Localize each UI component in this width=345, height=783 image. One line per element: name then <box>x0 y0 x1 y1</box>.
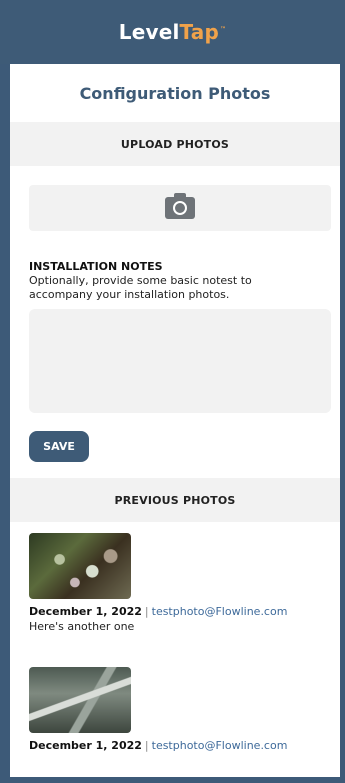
installation-notes-help: Optionally, provide some basic notest to… <box>29 274 252 301</box>
logo-tap: Tap <box>179 20 220 44</box>
content-panel: Configuration Photos UPLOAD PHOTOS INSTA… <box>10 64 340 777</box>
top-bar: LevelTap™ <box>0 0 345 64</box>
installation-notes-input[interactable] <box>29 309 331 413</box>
photo-thumbnail[interactable] <box>29 667 131 733</box>
save-button[interactable]: SAVE <box>29 431 89 462</box>
photo-meta: December 1, 2022 | testphoto@Flowline.com <box>29 605 287 618</box>
photo-caption: Here's another one <box>29 620 135 633</box>
upload-photos-header: UPLOAD PHOTOS <box>10 122 340 166</box>
logo-level: Level <box>118 20 180 44</box>
meta-separator: | <box>144 739 149 752</box>
photo-author-email[interactable]: testphoto@Flowline.com <box>152 739 288 752</box>
camera-icon <box>165 193 195 219</box>
levelTap-logo: LevelTap™ <box>119 20 226 44</box>
app-frame: LevelTap™ Configuration Photos UPLOAD PH… <box>0 0 345 783</box>
meta-separator: | <box>144 605 149 618</box>
installation-notes-label: INSTALLATION NOTES <box>29 260 163 273</box>
previous-photos-header: PREVIOUS PHOTOS <box>10 478 340 522</box>
photo-thumbnail[interactable] <box>29 533 131 599</box>
photo-list-item: December 1, 2022 | testphoto@Flowline.com … <box>29 533 287 633</box>
upload-photo-button[interactable] <box>29 185 331 231</box>
photo-meta: December 1, 2022 | testphoto@Flowline.com <box>29 739 287 752</box>
logo-trademark: ™ <box>220 26 227 34</box>
page-title: Configuration Photos <box>79 83 271 103</box>
photo-date: December 1, 2022 <box>29 739 142 752</box>
photo-list-item: December 1, 2022 | testphoto@Flowline.com <box>29 667 287 752</box>
photo-date: December 1, 2022 <box>29 605 142 618</box>
photo-author-email[interactable]: testphoto@Flowline.com <box>152 605 288 618</box>
